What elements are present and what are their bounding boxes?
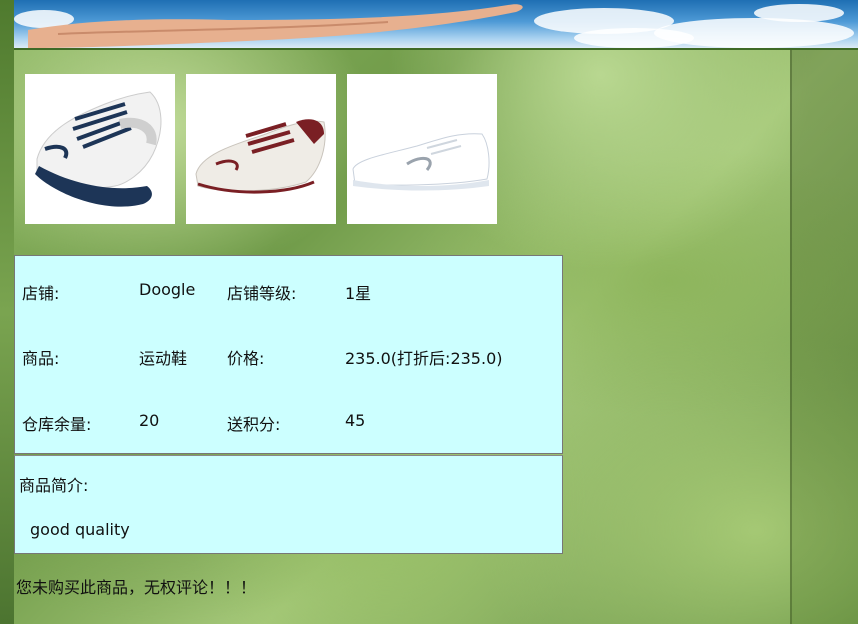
price-value: 235.0(打折后:235.0) — [345, 349, 503, 368]
product-info-panel: 店铺: Doogle 店铺等级: 1星 商品: 运动鞋 价格: 235.0(打折… — [14, 255, 563, 454]
shop-name: Doogle — [139, 280, 196, 299]
stock-value: 20 — [139, 411, 160, 430]
product-thumbnail-3[interactable] — [347, 74, 497, 224]
shop-label: 店铺: — [22, 284, 60, 303]
stock-label: 仓库余量: — [22, 415, 92, 434]
shoe-maroon-trainer-icon — [195, 119, 326, 194]
price-label: 价格: — [227, 349, 265, 368]
shoe-white-lowtop-icon — [352, 133, 490, 191]
shoe-navy-runner-icon — [35, 91, 162, 207]
product-thumbnail-1[interactable] — [25, 74, 175, 224]
points-label: 送积分: — [227, 415, 281, 434]
description-body: good quality — [30, 520, 130, 539]
description-title: 商品简介: — [19, 476, 89, 495]
product-description-panel: 商品简介: good quality — [14, 455, 563, 554]
shop-level-value: 1星 — [345, 284, 372, 303]
shop-level-label: 店铺等级: — [227, 284, 297, 303]
review-notice: 您未购买此商品，无权评论！！！ — [16, 578, 257, 597]
background-right-strip — [790, 50, 858, 624]
product-thumbnails — [25, 74, 497, 224]
background-left-strip — [0, 0, 14, 624]
product-label: 商品: — [22, 349, 60, 368]
product-name: 运动鞋 — [139, 349, 188, 368]
points-value: 45 — [345, 411, 366, 430]
header-banner — [14, 0, 858, 50]
hand-image — [28, 4, 523, 48]
product-thumbnail-2[interactable] — [186, 74, 336, 224]
